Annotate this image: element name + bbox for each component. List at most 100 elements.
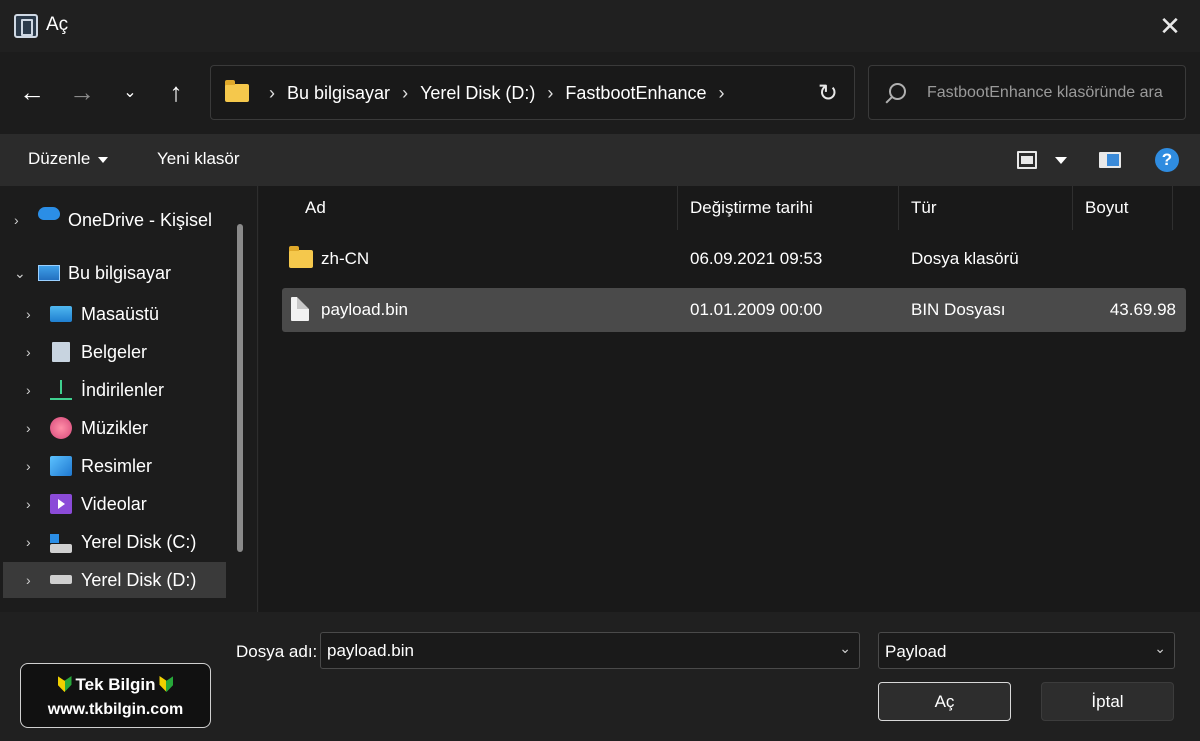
pictures-icon (50, 456, 72, 476)
watermark-title: Tek Bilgin (21, 675, 210, 695)
filetype-value: Payload (885, 642, 947, 661)
view-options-caret-icon[interactable] (1055, 157, 1067, 164)
filetype-select[interactable]: Payload ⌄ (878, 632, 1175, 669)
arrow-right-icon: → (69, 76, 95, 107)
address-bar[interactable]: › Bu bilgisayar › Yerel Disk (D:) › Fast… (210, 65, 855, 120)
breadcrumb-this-pc[interactable]: Bu bilgisayar (287, 83, 390, 104)
app-icon (14, 14, 38, 38)
title-bar: Aç ✕ (0, 0, 1200, 52)
command-bar: Düzenle Yeni klasör ? (0, 134, 1200, 186)
table-row[interactable]: payload.bin 01.01.2009 00:00 BIN Dosyası… (282, 288, 1186, 332)
open-button[interactable]: Aç (878, 682, 1011, 721)
watermark-url: www.tkbilgin.com (47, 701, 184, 718)
breadcrumb-fastbootenhance[interactable]: FastbootEnhance (565, 83, 706, 104)
forward-button[interactable]: → (64, 74, 100, 110)
sidebar-item-local-disk-c[interactable]: › Yerel Disk (C:) (0, 524, 226, 560)
sidebar-item-label: Yerel Disk (D:) (81, 569, 197, 590)
chevron-right-icon[interactable]: › (26, 306, 36, 322)
filename-input[interactable] (327, 633, 827, 668)
sidebar-item-this-pc[interactable]: ⌄ Bu bilgisayar (0, 255, 226, 291)
sidebar-item-label: Belgeler (81, 341, 148, 362)
search-input[interactable] (927, 66, 1177, 119)
file-size: 43.69.98 (1109, 300, 1176, 319)
sidebar-item-downloads[interactable]: › İndirilenler (0, 372, 226, 408)
arrow-left-icon: ← (19, 76, 45, 107)
filename-field[interactable]: ⌄ (320, 632, 860, 669)
sidebar-item-pictures[interactable]: › Resimler (0, 448, 226, 484)
refresh-icon: ↻ (817, 80, 838, 107)
chevron-right-icon[interactable]: › (26, 382, 36, 398)
window-title: Aç (46, 14, 69, 35)
close-icon: ✕ (1159, 10, 1181, 41)
preview-pane-icon[interactable] (1099, 152, 1121, 168)
file-modified: 06.09.2021 09:53 (690, 249, 823, 268)
chevron-right-icon[interactable]: › (269, 83, 275, 104)
column-divider[interactable] (1072, 186, 1073, 230)
organize-button[interactable]: Düzenle (28, 149, 109, 169)
leaf-icon (57, 676, 72, 692)
watermark-title-text: Tek Bilgin (75, 675, 156, 694)
sidebar-item-documents[interactable]: › Belgeler (0, 334, 226, 370)
videos-icon (50, 494, 72, 514)
navigation-pane: › OneDrive - Kişisel ⌄ Bu bilgisayar › M… (0, 186, 258, 612)
up-button[interactable]: ↑ (158, 74, 194, 110)
view-icon[interactable] (1017, 151, 1037, 169)
file-icon (291, 297, 309, 321)
chevron-right-icon[interactable]: › (719, 83, 725, 104)
chevron-down-icon[interactable]: ⌄ (1154, 640, 1166, 657)
sidebar-item-videos[interactable]: › Videolar (0, 486, 226, 522)
cancel-button[interactable]: İptal (1041, 682, 1174, 721)
close-button[interactable]: ✕ (1150, 6, 1190, 46)
sidebar-item-onedrive[interactable]: › OneDrive - Kişisel (0, 202, 226, 238)
breadcrumb-local-disk-d[interactable]: Yerel Disk (D:) (420, 83, 535, 104)
chevron-right-icon[interactable]: › (26, 458, 36, 474)
column-divider[interactable] (898, 186, 899, 230)
column-divider[interactable] (1172, 186, 1173, 230)
search-box[interactable] (868, 65, 1186, 120)
leaf-icon (159, 676, 174, 692)
file-name: zh-CN (321, 249, 370, 268)
chevron-right-icon[interactable]: › (26, 496, 36, 512)
help-icon[interactable]: ? (1155, 148, 1179, 172)
folder-icon (225, 80, 249, 102)
cloud-icon (38, 207, 60, 220)
sidebar-item-desktop[interactable]: › Masaüstü (0, 296, 226, 332)
desktop-icon (50, 306, 72, 322)
column-header-name[interactable]: Ad (305, 198, 326, 218)
organize-label: Düzenle (28, 149, 91, 168)
table-row[interactable]: zh-CN 06.09.2021 09:53 Dosya klasörü (282, 237, 1186, 281)
chevron-right-icon[interactable]: › (26, 420, 36, 436)
music-icon (50, 417, 72, 439)
recent-locations-button[interactable]: ⌄ (112, 74, 148, 110)
chevron-right-icon[interactable]: › (26, 572, 36, 588)
file-type: BIN Dosyası (911, 300, 1006, 319)
sidebar-item-label: Bu bilgisayar (68, 262, 172, 283)
back-button[interactable]: ← (14, 74, 50, 110)
sidebar-item-local-disk-d[interactable]: › Yerel Disk (D:) (3, 562, 226, 598)
chevron-right-icon[interactable]: › (547, 83, 553, 104)
file-modified: 01.01.2009 00:00 (690, 300, 823, 319)
sidebar-item-label: Müzikler (81, 417, 149, 438)
breadcrumb: › Bu bilgisayar › Yerel Disk (D:) › Fast… (257, 66, 737, 121)
chevron-right-icon[interactable]: › (26, 344, 36, 360)
documents-icon (52, 342, 70, 362)
column-header-modified[interactable]: Değiştirme tarihi (690, 198, 813, 218)
file-name: payload.bin (321, 300, 408, 319)
chevron-down-icon[interactable]: ⌄ (14, 265, 26, 282)
chevron-right-icon[interactable]: › (14, 212, 24, 228)
sidebar-scrollbar[interactable] (237, 224, 243, 552)
chevron-right-icon[interactable]: › (26, 534, 36, 550)
refresh-button[interactable]: ↻ (818, 79, 838, 108)
column-header-size[interactable]: Boyut (1085, 198, 1128, 218)
chevron-down-icon[interactable]: ⌄ (839, 640, 851, 657)
file-list: Ad Değiştirme tarihi Tür Boyut zh-CN 06.… (259, 186, 1200, 612)
chevron-right-icon[interactable]: › (402, 83, 408, 104)
column-divider[interactable] (677, 186, 678, 230)
sidebar-item-label: OneDrive - Kişisel (68, 209, 213, 230)
column-header-type[interactable]: Tür (911, 198, 937, 218)
new-folder-button[interactable]: Yeni klasör (157, 149, 240, 169)
arrow-up-icon: ↑ (169, 76, 183, 107)
caret-down-icon (98, 156, 109, 163)
sidebar-item-label: Masaüstü (81, 303, 160, 324)
sidebar-item-music[interactable]: › Müzikler (0, 410, 226, 446)
